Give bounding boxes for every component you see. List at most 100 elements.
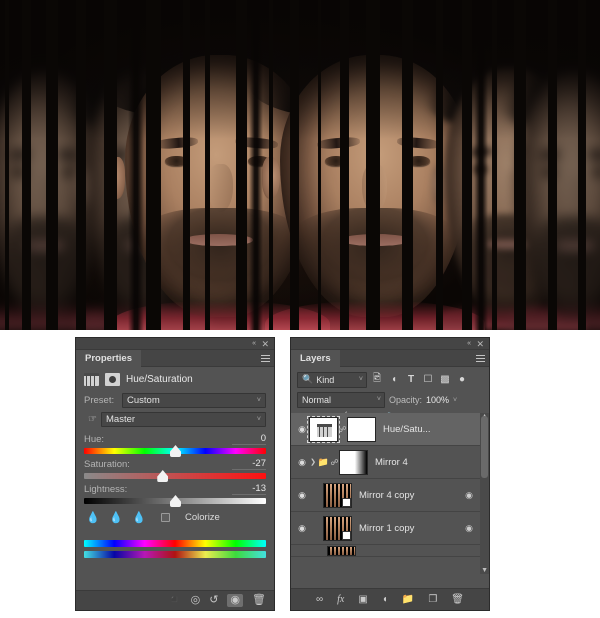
saturation-slider-track[interactable] (84, 470, 266, 482)
layer-row-mirror-4[interactable]: ◉ ❯ 📁 ☍ Mirror 4 (291, 446, 489, 479)
colorize-label: Colorize (185, 512, 220, 523)
pixel-layer-filter-icon[interactable]: 🖻 (370, 371, 384, 388)
strip-bar-soft (128, 0, 144, 330)
link-mask-icon[interactable]: ☍ (338, 425, 347, 434)
chevron-down-icon: ˅ (376, 396, 381, 403)
hue-slider-track[interactable] (84, 445, 266, 457)
new-layer-icon[interactable]: ❐ (428, 594, 437, 605)
saturation-value[interactable]: -27 (232, 458, 266, 470)
shape-layer-filter-icon[interactable]: ☐ (421, 374, 435, 385)
eyedropper-add-icon[interactable]: 💧 (109, 511, 123, 524)
strip-bar-soft (249, 0, 263, 330)
strip-bar (146, 0, 161, 330)
close-icon[interactable]: ✕ (476, 339, 484, 349)
panel-menu-icon[interactable] (476, 355, 485, 362)
adjustment-title: Hue/Saturation (126, 374, 193, 385)
new-adjustment-layer-icon[interactable]: ◖ (382, 594, 388, 605)
strip-bar (205, 0, 210, 330)
filter-toggle-icon[interactable]: ● (455, 374, 469, 385)
lightness-value[interactable]: -13 (232, 483, 266, 495)
opacity-value[interactable]: 100% (426, 395, 449, 405)
tab-properties[interactable]: Properties (76, 350, 141, 367)
colorize-checkbox[interactable] (161, 513, 170, 522)
filter-kind-label: Kind (316, 374, 335, 385)
hue-label: Hue: (84, 434, 105, 445)
hue-slider-knob[interactable] (170, 445, 181, 457)
channel-select[interactable]: Master ˅ (101, 412, 266, 427)
eyedropper-icon[interactable]: 💧 (86, 511, 100, 524)
reset-icon[interactable]: ↺ (209, 595, 218, 606)
layer-name[interactable]: Mirror 1 copy (359, 523, 414, 534)
lightness-slider-knob[interactable] (170, 495, 181, 507)
on-image-adjust-icon[interactable]: ☞ (84, 414, 101, 425)
strip-bar (104, 0, 117, 330)
opacity-chevron-icon[interactable]: ˅ (453, 397, 457, 404)
layer-row-hue-saturation[interactable]: ◉ ☍ Hue/Satu... (291, 413, 489, 446)
add-layer-mask-icon[interactable]: ▣ (358, 594, 367, 605)
smart-filter-icon[interactable]: ◉ (465, 490, 473, 501)
layer-thumbnail[interactable] (327, 545, 356, 556)
layers-scrollbar[interactable]: ▲ ▼ (480, 413, 489, 574)
add-layer-style-icon[interactable]: fx (337, 594, 344, 605)
hue-value[interactable]: 0 (232, 433, 266, 445)
smart-filter-icon[interactable]: ◉ (465, 523, 473, 534)
link-layers-icon[interactable]: ∞ (316, 594, 323, 605)
scrollbar-thumb[interactable] (481, 416, 488, 478)
delete-icon[interactable]: 🗑 (252, 595, 266, 606)
chevron-down-icon: ˅ (358, 375, 363, 383)
link-mask-icon[interactable]: ☍ (330, 458, 339, 467)
group-expand-icon[interactable]: ❯ (309, 458, 317, 466)
collapse-icon[interactable]: « (252, 340, 256, 348)
collapse-icon[interactable]: « (467, 340, 471, 348)
layer-name[interactable]: Mirror 4 (375, 457, 408, 468)
panel-menu-icon[interactable] (261, 355, 270, 362)
saturation-slider-knob[interactable] (157, 470, 169, 482)
search-icon: 🔍 (302, 374, 314, 384)
channel-row: ☞ Master ˅ (76, 410, 274, 429)
smart-object-filter-icon[interactable]: ▩ (438, 374, 452, 385)
strip-bar (269, 0, 273, 330)
tab-layers[interactable]: Layers (291, 350, 340, 367)
layer-mask-icon[interactable] (105, 373, 120, 386)
layer-mask-thumbnail[interactable] (347, 416, 376, 442)
toggle-visibility-icon[interactable]: ◉ (227, 594, 244, 607)
strip-bar (548, 0, 557, 330)
eyedropper-subtract-icon[interactable]: 💧 (132, 511, 146, 524)
layer-name[interactable]: Mirror 4 copy (359, 490, 414, 501)
strip-bar-soft (474, 0, 488, 330)
layer-name[interactable]: Hue/Satu... (383, 424, 431, 435)
view-previous-state-icon[interactable]: ◎ (191, 595, 201, 606)
layer-row-mirror-1-copy[interactable]: ◉ Mirror 1 copy ◉ ▾ (291, 512, 489, 545)
blend-mode-select[interactable]: Normal ˅ (297, 392, 385, 408)
hue-slider-block: Hue: 0 (76, 429, 274, 457)
layer-mask-thumbnail[interactable] (339, 449, 368, 475)
close-icon[interactable]: ✕ (261, 339, 269, 349)
delete-layer-icon[interactable]: 🗑 (451, 594, 464, 605)
filter-kind-select[interactable]: 🔍 Kind ˅ (297, 371, 367, 388)
hue-range-bar-top (84, 540, 266, 547)
layer-visibility-icon[interactable]: ◉ (295, 424, 309, 435)
preset-select[interactable]: Custom ˅ (122, 393, 266, 408)
strip-bar (492, 0, 497, 330)
layer-row-mirror-4-copy[interactable]: ◉ Mirror 4 copy ◉ ▾ (291, 479, 489, 512)
new-group-icon[interactable]: 📁 (402, 594, 414, 605)
hue-range-bar-bottom[interactable] (84, 551, 266, 558)
layers-footer: ∞ fx ▣ ◖ 📁 ❐ 🗑 (291, 588, 489, 610)
type-layer-filter-icon[interactable]: T (404, 374, 418, 385)
layer-row-partial[interactable] (291, 545, 489, 557)
strip-bar (46, 0, 58, 330)
adjustment-layer-filter-icon[interactable]: ◖ (387, 374, 401, 385)
layer-thumbnail[interactable] (309, 416, 338, 442)
layer-thumbnail[interactable] (323, 482, 352, 508)
layer-visibility-icon[interactable]: ◉ (295, 523, 309, 534)
clip-to-layer-icon[interactable]: ◾ (168, 595, 182, 606)
layer-filter-row: 🔍 Kind ˅ 🖻 ◖ T ☐ ▩ ● (291, 367, 489, 390)
adjustment-header: Hue/Saturation (76, 367, 274, 391)
strip-bar (5, 0, 9, 330)
properties-body: Hue/Saturation Preset: Custom ˅ ☞ Master… (76, 367, 274, 558)
layer-thumbnail[interactable] (323, 515, 352, 541)
lightness-slider-track[interactable] (84, 495, 266, 507)
layer-visibility-icon[interactable]: ◉ (295, 490, 309, 501)
scroll-down-icon[interactable]: ▼ (481, 567, 488, 574)
layer-visibility-icon[interactable]: ◉ (295, 457, 309, 468)
